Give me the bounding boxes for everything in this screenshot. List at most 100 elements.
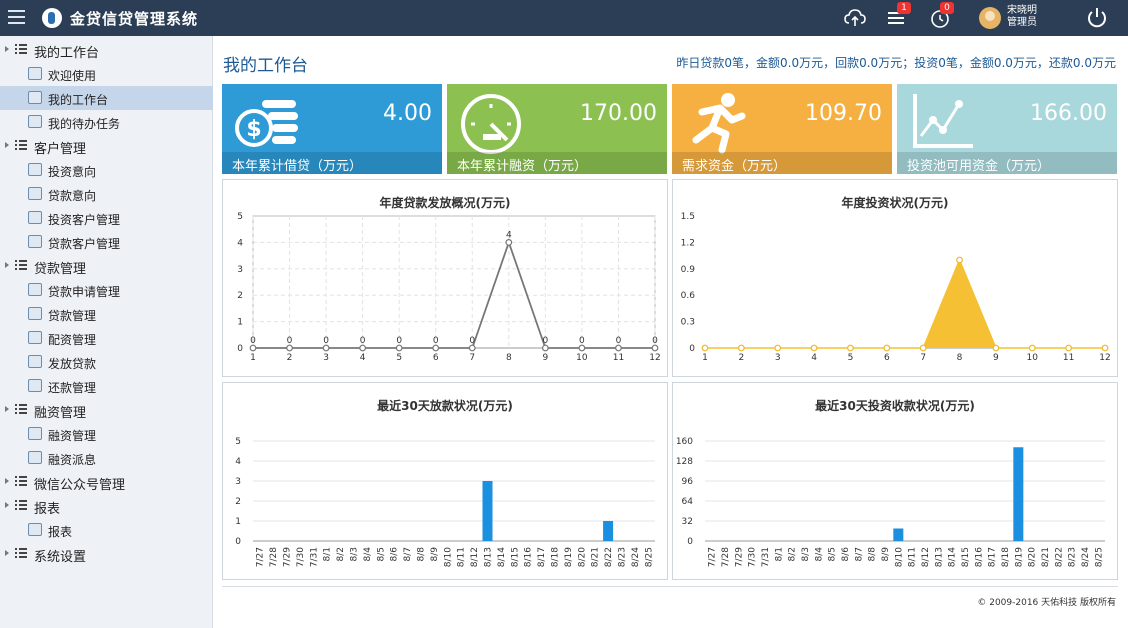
- data-point[interactable]: [956, 256, 963, 264]
- list-icon: [15, 548, 27, 559]
- sidebar-item-label: 配资管理: [48, 333, 97, 347]
- sidebar-group[interactable]: 系统设置: [0, 542, 213, 566]
- data-point[interactable]: [505, 239, 513, 246]
- stat-label: 投资池可用资金（万元）: [897, 152, 1117, 174]
- stat-label: 本年累计借贷（万元）: [222, 152, 442, 174]
- list-icon: [15, 260, 27, 271]
- x-tick-label: 8/12: [921, 547, 931, 567]
- data-point[interactable]: [883, 344, 891, 352]
- sidebar-item[interactable]: 投资客户管理: [0, 206, 213, 230]
- users-icon: [28, 235, 42, 248]
- x-tick-label: 8/19: [564, 547, 574, 567]
- x-tick-label: 8/1: [774, 547, 784, 561]
- data-point[interactable]: [249, 344, 257, 352]
- x-tick-label: 3: [323, 353, 329, 363]
- chart-panel: 年度投资状况(万元) 0 0.3 0.6 0.9 1.2 1.5 1 2 3 4 5 6 7 8 9 10 11 1…: [672, 179, 1118, 377]
- sidebar-item[interactable]: 贷款管理: [0, 302, 213, 326]
- x-tick-label: 8/13: [934, 547, 944, 567]
- data-point[interactable]: [359, 344, 367, 352]
- x-tick-label: 8/24: [631, 547, 641, 567]
- x-tick-label: 7: [920, 353, 926, 363]
- data-point[interactable]: [322, 344, 330, 352]
- data-point[interactable]: [286, 344, 293, 352]
- stat-card[interactable]: 109.70 需求资金（万元）: [672, 84, 892, 174]
- sidebar-item-label: 融资派息: [48, 453, 97, 467]
- series-line: [253, 239, 655, 349]
- list-icon[interactable]: 1: [885, 2, 911, 30]
- data-point[interactable]: [541, 344, 549, 352]
- x-tick-label: 7/28: [721, 547, 731, 567]
- x-tick-label: 8/7: [854, 547, 864, 561]
- sidebar-group[interactable]: 我的工作台: [0, 38, 213, 62]
- stat-card[interactable]: 166.00 投资池可用资金（万元）: [897, 84, 1117, 174]
- data-point[interactable]: [1028, 344, 1036, 352]
- sidebar-item[interactable]: 融资管理: [0, 422, 213, 446]
- sidebar-item[interactable]: 贷款申请管理: [0, 278, 213, 302]
- app-logo: [42, 8, 62, 28]
- sidebar-item[interactable]: 发放贷款: [0, 350, 213, 374]
- clock-icon[interactable]: 0: [928, 2, 954, 30]
- sidebar-group-label: 贷款管理: [34, 262, 87, 277]
- data-point[interactable]: [737, 344, 745, 352]
- svg-text:$: $: [246, 117, 261, 142]
- sidebar-group[interactable]: 微信公众号管理: [0, 470, 213, 494]
- y-tick-label: 1: [235, 517, 241, 527]
- data-point[interactable]: [1101, 344, 1109, 352]
- menu-icon[interactable]: [8, 10, 25, 24]
- data-point[interactable]: [992, 344, 1000, 352]
- sidebar-item[interactable]: 配资管理: [0, 326, 213, 350]
- sidebar-group[interactable]: 报表: [0, 494, 213, 518]
- avatar[interactable]: [979, 7, 1001, 29]
- stat-card[interactable]: $4.00 本年累计借贷（万元）: [222, 84, 442, 174]
- data-point[interactable]: [1065, 344, 1073, 352]
- stat-card[interactable]: 170.00 本年累计融资（万元）: [447, 84, 667, 174]
- sidebar-item[interactable]: 报表: [0, 518, 213, 542]
- data-point[interactable]: [847, 344, 854, 352]
- x-tick-label: 8/3: [801, 547, 811, 561]
- sidebar-group[interactable]: 贷款管理: [0, 254, 213, 278]
- sidebar-item[interactable]: 我的工作台: [0, 86, 213, 110]
- bar[interactable]: [482, 481, 493, 541]
- document-icon: [28, 379, 42, 392]
- copyright: © 2009-2016 天佑科技 版权所有: [977, 598, 1116, 608]
- y-tick-label: 32: [682, 517, 693, 527]
- plot-frame: [252, 215, 656, 349]
- data-point[interactable]: [701, 344, 709, 352]
- data-point[interactable]: [651, 344, 659, 352]
- x-tick-label: 8/8: [417, 547, 427, 562]
- list-icon: [15, 140, 27, 151]
- sidebar-group-label: 融资管理: [34, 406, 87, 421]
- data-label: 4: [506, 230, 512, 240]
- sidebar-group[interactable]: 客户管理: [0, 134, 213, 158]
- data-point[interactable]: [774, 344, 782, 352]
- data-point[interactable]: [432, 344, 440, 352]
- bar[interactable]: [1013, 447, 1024, 541]
- sidebar-item[interactable]: 欢迎使用: [0, 62, 213, 86]
- cloud-upload-icon[interactable]: [843, 6, 867, 30]
- data-point[interactable]: [919, 344, 927, 352]
- x-tick-label: 7/30: [296, 547, 306, 567]
- x-tick-label: 8/14: [497, 547, 507, 567]
- sidebar-item[interactable]: 还款管理: [0, 374, 213, 398]
- data-point[interactable]: [810, 344, 818, 352]
- data-point[interactable]: [395, 344, 403, 352]
- x-tick-label: 8/9: [430, 547, 440, 562]
- bar[interactable]: [893, 528, 904, 542]
- bar[interactable]: [603, 521, 614, 541]
- sidebar-item[interactable]: 贷款意向: [0, 182, 213, 206]
- sidebar-item[interactable]: 贷款客户管理: [0, 230, 213, 254]
- sidebar-item[interactable]: 投资意向: [0, 158, 213, 182]
- power-icon[interactable]: [1085, 5, 1109, 29]
- sidebar-item-label: 贷款申请管理: [48, 285, 121, 299]
- x-tick-label: 8/17: [537, 547, 547, 567]
- data-point[interactable]: [468, 344, 476, 352]
- x-tick-label: 8/10: [443, 547, 453, 567]
- sidebar-item-label: 我的工作台: [48, 93, 109, 107]
- data-point[interactable]: [615, 344, 622, 352]
- data-label: 0: [616, 336, 622, 346]
- y-tick-label: 1: [237, 318, 243, 328]
- sidebar-item[interactable]: 我的待办任务: [0, 110, 213, 134]
- sidebar-item[interactable]: 融资派息: [0, 446, 213, 470]
- sidebar-group[interactable]: 融资管理: [0, 398, 213, 422]
- data-point[interactable]: [578, 344, 586, 352]
